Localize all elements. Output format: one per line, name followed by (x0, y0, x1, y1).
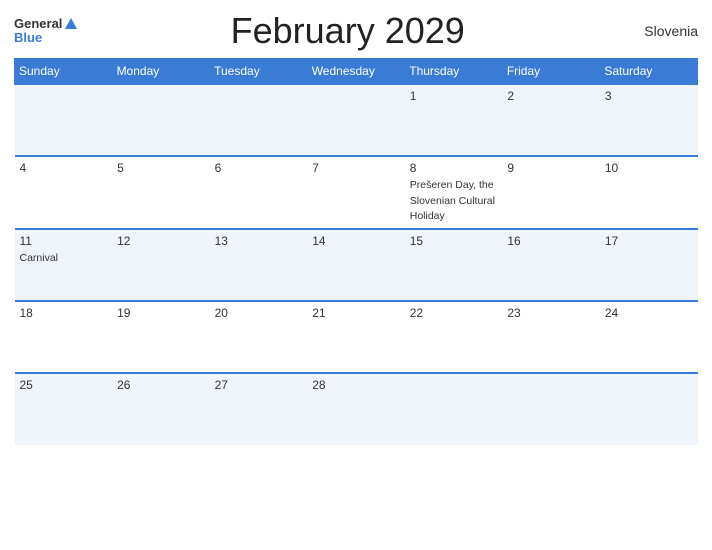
day-number: 25 (20, 378, 108, 392)
day-number: 14 (312, 234, 400, 248)
event-label: Carnival (20, 252, 59, 264)
calendar-week-row: 18 19 20 21 22 23 24 (15, 301, 698, 373)
calendar-cell: 7 (307, 156, 405, 229)
calendar-cell: 3 (600, 84, 698, 156)
day-number: 2 (507, 89, 595, 103)
calendar-cell: 25 (15, 373, 113, 445)
calendar-cell (405, 373, 503, 445)
calendar-cell: 22 (405, 301, 503, 373)
calendar-cell: 6 (210, 156, 308, 229)
calendar-page: General Blue February 2029 Slovenia Sund… (0, 0, 712, 550)
day-number: 17 (605, 234, 693, 248)
calendar-week-row: 45678 Prešeren Day, the Slovenian Cultura… (15, 156, 698, 229)
calendar-cell: 21 (307, 301, 405, 373)
calendar-cell (600, 373, 698, 445)
calendar-cell (502, 373, 600, 445)
calendar-cell: 14 (307, 229, 405, 301)
calendar-cell: 15 (405, 229, 503, 301)
calendar-cell: 16 (502, 229, 600, 301)
calendar-week-row: 25 26 27 28 (15, 373, 698, 445)
day-number: 10 (605, 161, 693, 175)
calendar-cell: 28 (307, 373, 405, 445)
day-number: 27 (215, 378, 303, 392)
calendar-title: February 2029 (77, 10, 618, 52)
logo-blue-text: Blue (14, 31, 42, 45)
calendar-cell: 11 Carnival (15, 229, 113, 301)
calendar-cell: 1 (405, 84, 503, 156)
calendar-week-row: 123 (15, 84, 698, 156)
weekday-header-row: Sunday Monday Tuesday Wednesday Thursday… (15, 59, 698, 85)
day-number: 28 (312, 378, 400, 392)
calendar-cell: 17 (600, 229, 698, 301)
day-number: 6 (215, 161, 303, 175)
header-saturday: Saturday (600, 59, 698, 85)
calendar-table: Sunday Monday Tuesday Wednesday Thursday… (14, 58, 698, 445)
logo-triangle-icon (65, 18, 77, 29)
calendar-cell: 5 (112, 156, 210, 229)
calendar-cell: 19 (112, 301, 210, 373)
calendar-cell (307, 84, 405, 156)
calendar-cell: 26 (112, 373, 210, 445)
header-friday: Friday (502, 59, 600, 85)
day-number: 9 (507, 161, 595, 175)
country-label: Slovenia (618, 23, 698, 39)
day-number: 15 (410, 234, 498, 248)
day-number: 19 (117, 306, 205, 320)
day-number: 3 (605, 89, 693, 103)
calendar-cell: 10 (600, 156, 698, 229)
header-sunday: Sunday (15, 59, 113, 85)
calendar-cell: 2 (502, 84, 600, 156)
header-monday: Monday (112, 59, 210, 85)
calendar-header: General Blue February 2029 Slovenia (14, 10, 698, 52)
day-number: 20 (215, 306, 303, 320)
calendar-cell (15, 84, 113, 156)
day-number: 18 (20, 306, 108, 320)
header-tuesday: Tuesday (210, 59, 308, 85)
calendar-cell: 13 (210, 229, 308, 301)
calendar-cell: 23 (502, 301, 600, 373)
day-number: 24 (605, 306, 693, 320)
event-label: Prešeren Day, the Slovenian Cultural Hol… (410, 179, 495, 222)
calendar-cell: 18 (15, 301, 113, 373)
day-number: 7 (312, 161, 400, 175)
day-number: 8 (410, 161, 498, 175)
header-wednesday: Wednesday (307, 59, 405, 85)
day-number: 12 (117, 234, 205, 248)
calendar-cell: 4 (15, 156, 113, 229)
day-number: 1 (410, 89, 498, 103)
calendar-week-row: 11 Carnival 12 13 14 15 16 17 (15, 229, 698, 301)
day-number: 16 (507, 234, 595, 248)
day-number: 22 (410, 306, 498, 320)
day-number: 26 (117, 378, 205, 392)
logo-general-text: General (14, 17, 62, 31)
day-number: 23 (507, 306, 595, 320)
day-number: 4 (20, 161, 108, 175)
calendar-cell: 12 (112, 229, 210, 301)
logo: General Blue (14, 17, 77, 46)
calendar-cell: 20 (210, 301, 308, 373)
calendar-cell: 9 (502, 156, 600, 229)
calendar-cell: 27 (210, 373, 308, 445)
day-number: 21 (312, 306, 400, 320)
calendar-cell (210, 84, 308, 156)
header-thursday: Thursday (405, 59, 503, 85)
day-number: 5 (117, 161, 205, 175)
day-number: 11 (20, 234, 108, 248)
calendar-cell: 24 (600, 301, 698, 373)
calendar-cell: 8 Prešeren Day, the Slovenian Cultural Ho… (405, 156, 503, 229)
day-number: 13 (215, 234, 303, 248)
calendar-cell (112, 84, 210, 156)
